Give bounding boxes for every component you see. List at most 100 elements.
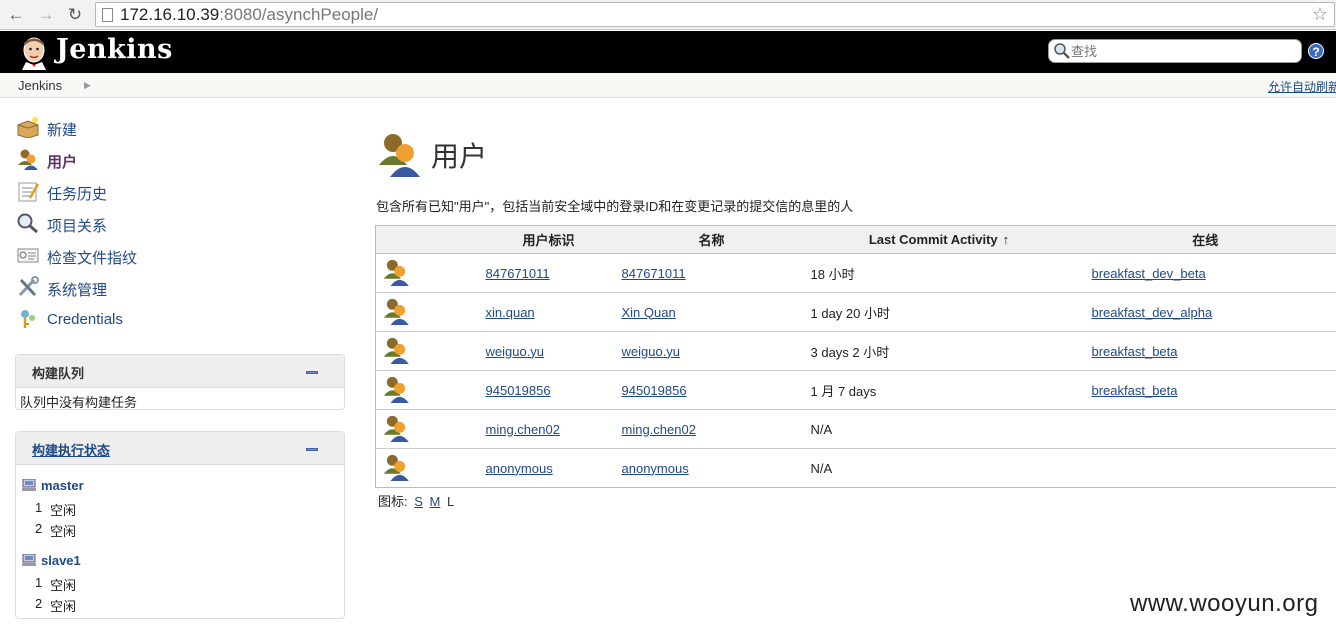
user-id-cell: 847671011 — [480, 253, 617, 293]
user-avatar-icon[interactable] — [382, 453, 410, 484]
user-name-link[interactable]: anonymous — [622, 461, 689, 476]
task-check-fingerprint[interactable]: 检查文件指纹 — [16, 242, 346, 274]
collapse-icon[interactable] — [306, 371, 318, 374]
jenkins-butler-icon[interactable] — [18, 36, 50, 70]
job-link[interactable]: breakfast_dev_beta — [1092, 266, 1206, 281]
avatar-cell — [375, 409, 481, 449]
name-cell: Xin Quan — [616, 292, 807, 332]
executor-status-title[interactable]: 构建执行状态 — [32, 440, 110, 459]
search-box[interactable] — [1048, 39, 1302, 63]
user-id-link[interactable]: 847671011 — [486, 266, 550, 281]
reload-icon[interactable]: ↻ — [65, 5, 85, 25]
table-row: xin.quan Xin Quan 1 day 20 小时 breakfast_dev… — [375, 292, 1336, 332]
last-commit-cell: 18 小时 — [806, 253, 1072, 293]
jenkins-header: Jenkins ? — [0, 31, 1336, 73]
forward-icon[interactable]: → — [36, 5, 56, 25]
auto-refresh-link[interactable]: 允许自动刷新 — [1268, 78, 1336, 95]
help-icon[interactable]: ? — [1308, 43, 1324, 59]
node-name-slave1[interactable]: slave1 — [41, 553, 81, 568]
name-cell: ming.chen02 — [616, 409, 807, 449]
last-commit-text: N/A — [810, 421, 833, 437]
breadcrumb-arrow-icon[interactable]: ▶ — [84, 80, 91, 91]
user-id-link[interactable]: 945019856 — [486, 383, 551, 398]
jenkins-brand[interactable]: Jenkins — [56, 34, 173, 65]
user-id-link[interactable]: anonymous — [486, 461, 553, 476]
search-icon — [17, 213, 38, 234]
user-name-link[interactable]: 847671011 — [622, 266, 686, 281]
fingerprint-icon — [17, 248, 39, 263]
icon-size-label: 图标: — [378, 494, 408, 509]
last-commit-cell: 3 days 2 小时 — [806, 331, 1072, 371]
breadcrumb-bar: Jenkins ▶ 允许自动刷新 — [0, 73, 1336, 98]
user-id-link[interactable]: ming.chen02 — [486, 422, 560, 437]
last-commit-text: 18 小时 — [810, 266, 855, 282]
user-avatar-icon[interactable] — [382, 414, 410, 445]
user-avatar-icon[interactable] — [382, 375, 410, 406]
user-id-cell: anonymous — [480, 448, 617, 488]
executor-number: 2 — [35, 521, 43, 536]
page-description: 包含所有已知"用户"，包括当前安全域中的登录ID和在变更记录的提交信的息里的人 — [376, 199, 854, 214]
last-commit-cell: 1 月 7 days — [806, 370, 1072, 410]
avatar-cell — [375, 370, 481, 410]
executor-row: 1 空闲 — [16, 497, 344, 518]
last-commit-column-header[interactable]: Last Commit Activity ↑ — [806, 225, 1072, 254]
search-input[interactable] — [1069, 42, 1294, 60]
task-people[interactable]: 用户 — [16, 146, 346, 178]
user-id-cell: 945019856 — [480, 370, 617, 410]
bookmark-star-icon[interactable]: ☆ — [1312, 4, 1328, 25]
on-cell: breakfast_beta — [1071, 331, 1336, 371]
back-icon[interactable]: ← — [6, 5, 26, 25]
executor-status-header: 构建执行状态 — [16, 432, 344, 465]
user-name-link[interactable]: Xin Quan — [622, 305, 676, 320]
executor-status-pane: 构建执行状态 master 1 空闲 2 空闲 slave1 1 空闲 2 空闲 — [15, 431, 345, 619]
on-column-header[interactable]: 在线 — [1071, 225, 1336, 254]
new-package-icon — [17, 117, 39, 138]
user-id-column-header[interactable]: 用户标识 — [480, 225, 617, 254]
executor-row: 2 空闲 — [16, 518, 344, 539]
icon-size-medium-link[interactable]: M — [430, 494, 441, 509]
url-text[interactable]: 172.16.10.39:8080/asynchPeople/ — [120, 5, 378, 25]
computer-icon — [22, 479, 36, 491]
job-link[interactable]: breakfast_beta — [1092, 383, 1178, 398]
task-label: 检查文件指纹 — [47, 250, 138, 267]
last-commit-cell: N/A — [806, 448, 1072, 488]
icon-size-large: L — [447, 494, 455, 509]
collapse-icon[interactable] — [306, 448, 318, 451]
executor-number: 1 — [35, 575, 43, 590]
avatar-cell — [375, 292, 481, 332]
sort-arrow-icon: ↑ — [1002, 232, 1010, 247]
address-bar[interactable]: 172.16.10.39:8080/asynchPeople/ ☆ — [95, 2, 1335, 27]
user-id-link[interactable]: xin.quan — [486, 305, 535, 320]
on-cell — [1071, 448, 1336, 488]
build-queue-pane: 构建队列 队列中没有构建任务 — [15, 354, 345, 410]
last-commit-text: 1 月 7 days — [810, 383, 877, 399]
people-icon — [18, 149, 38, 170]
tools-icon — [18, 276, 39, 297]
avatar-cell — [375, 448, 481, 488]
task-manage-jenkins[interactable]: 系统管理 — [16, 274, 346, 306]
user-name-link[interactable]: weiguo.yu — [622, 344, 681, 359]
on-cell: breakfast_dev_beta — [1071, 253, 1336, 293]
user-avatar-icon[interactable] — [382, 258, 410, 289]
user-avatar-icon[interactable] — [382, 297, 410, 328]
user-avatar-icon[interactable] — [382, 336, 410, 367]
build-queue-title: 构建队列 — [32, 366, 85, 381]
job-link[interactable]: breakfast_beta — [1092, 344, 1178, 359]
node-name-master[interactable]: master — [41, 478, 84, 493]
icon-size-small-link[interactable]: S — [414, 494, 423, 509]
user-name-link[interactable]: ming.chen02 — [622, 422, 696, 437]
user-id-link[interactable]: weiguo.yu — [486, 344, 545, 359]
avatar-column-header — [375, 225, 481, 254]
table-header-row: 用户标识 名称 Last Commit Activity ↑ 在线 — [375, 225, 1336, 254]
table-row: ming.chen02 ming.chen02 N/A — [375, 409, 1336, 449]
user-name-link[interactable]: 945019856 — [622, 383, 687, 398]
task-new[interactable]: 新建 — [16, 114, 346, 146]
task-build-history[interactable]: 任务历史 — [16, 178, 346, 210]
job-link[interactable]: breakfast_dev_alpha — [1092, 305, 1213, 320]
people-table: 用户标识 名称 Last Commit Activity ↑ 在线 8476710… — [375, 225, 1336, 488]
task-credentials[interactable]: Credentials — [16, 306, 346, 338]
breadcrumb-jenkins[interactable]: Jenkins — [18, 78, 62, 93]
executor-row: 1 空闲 — [16, 572, 344, 593]
name-column-header[interactable]: 名称 — [616, 225, 807, 254]
task-project-relationship[interactable]: 项目关系 — [16, 210, 346, 242]
